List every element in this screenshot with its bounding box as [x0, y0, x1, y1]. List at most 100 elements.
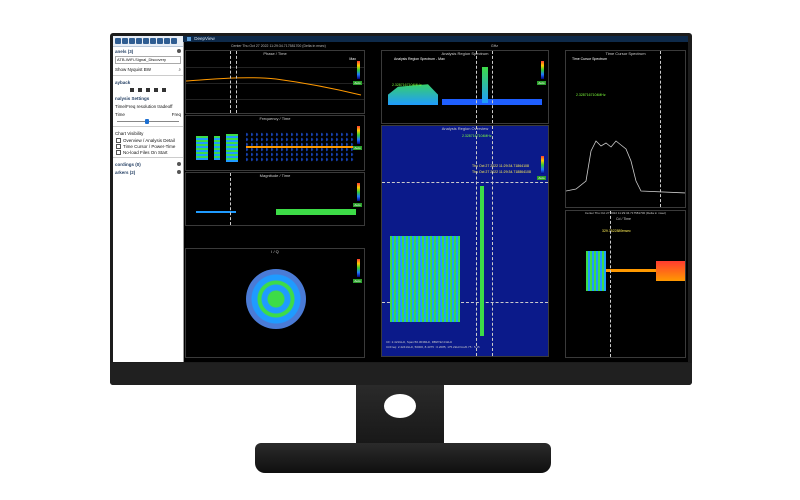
freq-time-title: Frequency / Time — [259, 116, 291, 121]
analysis-settings-header[interactable]: nalysis Settings — [113, 94, 183, 102]
auto-button[interactable]: Auto — [353, 146, 362, 150]
settings-icon[interactable] — [164, 38, 170, 44]
time-cursor[interactable] — [610, 211, 611, 357]
time-freq-slider[interactable] — [117, 119, 179, 124]
chart-timecursor-checkbox[interactable]: Time Cursor / Power-Time — [113, 143, 183, 149]
folder-icon[interactable] — [143, 38, 149, 44]
time-cursor-line[interactable] — [382, 182, 548, 183]
freq-burst — [196, 136, 208, 160]
skip-forward-icon[interactable] — [162, 88, 166, 92]
location-icon[interactable] — [157, 38, 163, 44]
freq-cursor[interactable] — [492, 51, 493, 123]
colorbar — [541, 61, 544, 79]
time-cursor[interactable] — [230, 51, 231, 113]
analysis-overview-panel[interactable]: Analysis Region Overview 2.3287167104MHz… — [381, 125, 549, 357]
window-title: DeepView — [194, 36, 215, 41]
checkbox-icon[interactable] — [116, 149, 121, 155]
right-freq-marker[interactable]: 329.7522889msec — [602, 229, 631, 233]
time-freq-label: Time/Freq resolution tradeoff — [115, 103, 173, 109]
magnitude-time-title: Magnitude / Time — [259, 173, 291, 178]
spectrum-legend: Analysis Region Spectrum - Max — [394, 57, 445, 61]
auto-button[interactable]: Auto — [353, 203, 362, 207]
analysis-spectrum-panel[interactable]: Analysis Region Spectrum Analysis Region… — [381, 50, 549, 124]
time-marker[interactable]: Thu Oct 27 2022 11:29:34.71864108 — [472, 164, 529, 168]
monitor-stand-base — [255, 443, 551, 473]
sidebar-divider — [113, 126, 183, 127]
time-cursor-trace — [566, 140, 685, 194]
recordings-header[interactable]: cordings (0) — [113, 160, 183, 168]
slider-thumb[interactable] — [145, 119, 149, 124]
open-icon[interactable] — [122, 38, 128, 44]
nyquist-toggle-row[interactable]: Show Nyquist BW ⌕ — [113, 65, 183, 73]
help-icon[interactable] — [171, 38, 177, 44]
chart-overview-checkbox[interactable]: Overview / Analysis Detail — [113, 137, 183, 143]
monitor-chin — [110, 363, 692, 385]
checkbox-icon[interactable] — [116, 143, 121, 149]
colorbar — [357, 259, 360, 277]
stop-icon[interactable] — [146, 88, 150, 92]
auto-button[interactable]: Auto — [353, 279, 362, 283]
magnitude-block — [276, 209, 356, 215]
cursor-readout-1: CF: 2.421GHz, Span:50.303MHz, RBW:92.01k… — [386, 340, 453, 344]
sidebar-divider — [113, 75, 183, 76]
time-cursor[interactable] — [230, 173, 231, 225]
freq-cursor[interactable] — [660, 51, 661, 207]
panels-header[interactable]: anels (3) — [113, 47, 183, 55]
waterfall-carrier — [480, 186, 484, 336]
power-block — [656, 261, 685, 281]
folder-open-icon[interactable] — [150, 38, 156, 44]
iq-panel[interactable]: I / Q Auto — [185, 248, 365, 358]
freq-carrier — [246, 146, 356, 148]
time-freq-ends: Time Freq — [115, 111, 181, 117]
colorbar — [541, 156, 544, 174]
freq-marker-1[interactable]: 2.3287167104MHz — [392, 83, 422, 87]
freq-cursor[interactable] — [476, 126, 477, 356]
skip-back-icon[interactable] — [130, 88, 134, 92]
max-legend: Max — [349, 57, 356, 61]
sidebar: anels (3) ATB-WiFi-Signal_Discovery Show… — [113, 36, 184, 362]
save-icon[interactable] — [129, 38, 135, 44]
recordings-menu-icon[interactable] — [177, 162, 181, 166]
freq-burst — [214, 136, 220, 160]
time-cursor[interactable] — [236, 51, 237, 113]
power-time-panel[interactable]: Center Thu Oct 27 2022 11:29:34.71758170… — [565, 210, 686, 358]
colorbar — [357, 183, 360, 201]
frequency-time-panel[interactable]: Frequency / Time Auto — [185, 115, 365, 171]
export-icon[interactable] — [136, 38, 142, 44]
gear-icon[interactable] — [177, 49, 181, 53]
auto-button[interactable]: Auto — [353, 81, 362, 85]
cursor-readout-2: CtrFreq: 2.4241GHz, 50000, 8.4375 : 0.20… — [386, 345, 480, 349]
freq-cursor[interactable] — [492, 126, 493, 356]
stand-cable-hole — [384, 394, 416, 418]
auto-button[interactable]: Auto — [537, 176, 546, 180]
menu-icon[interactable] — [187, 36, 191, 41]
time-marker-2[interactable]: Thu Oct 27 2022 11:29:34.718864108 — [472, 170, 531, 174]
freq-burst — [226, 134, 238, 162]
sidebar-divider — [113, 157, 183, 158]
new-file-icon[interactable] — [115, 38, 121, 44]
playback-controls — [113, 86, 183, 94]
power-time-title: Cd / Time — [616, 217, 631, 221]
colorbar — [357, 61, 360, 79]
step-icon[interactable] — [154, 88, 158, 92]
colorbar — [357, 126, 360, 144]
play-icon[interactable] — [138, 88, 142, 92]
waterfall-burst — [390, 236, 460, 322]
no-load-checkbox[interactable]: No-load Files On Start — [113, 149, 183, 155]
spectrum-spike — [482, 67, 488, 103]
chart-visibility-label: Chart Visibility — [115, 130, 144, 136]
magnitude-time-panel[interactable]: Magnitude / Time Auto — [185, 172, 365, 226]
analysis-overview-title: Analysis Region Overview — [441, 126, 489, 131]
freq-cursor[interactable] — [476, 51, 477, 123]
markers-menu-icon[interactable] — [177, 170, 181, 174]
auto-button[interactable]: Auto — [537, 81, 546, 85]
playback-header[interactable]: ayback — [113, 78, 183, 86]
checkbox-icon[interactable] — [116, 137, 121, 143]
panel-select[interactable]: ATB-WiFi-Signal_Discovery — [115, 56, 181, 64]
right-center-title: Center Thu Oct 27 2022 11:29:34.71758170… — [584, 211, 667, 215]
time-cursor-spectrum-panel[interactable]: Time Cursor Spectrum Time Cursor Spectru… — [565, 50, 686, 208]
markers-header[interactable]: arkers (2) — [113, 168, 183, 176]
phase-time-panel[interactable]: Phase / Time Max Auto — [185, 50, 365, 114]
iq-title: I / Q — [271, 249, 279, 254]
search-icon[interactable]: ⌕ — [178, 67, 181, 72]
